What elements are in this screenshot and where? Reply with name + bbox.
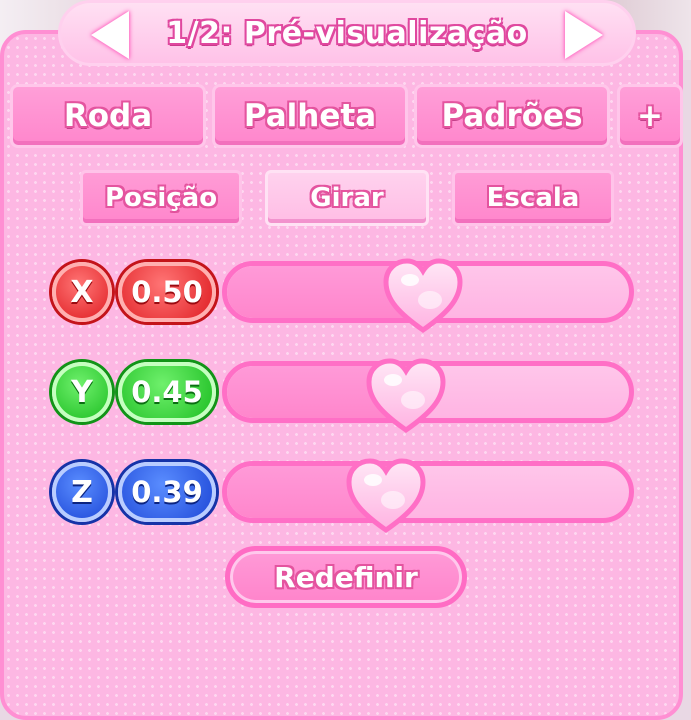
z-value-badge: 0.39 [118,462,216,522]
previous-arrow-icon[interactable] [91,11,129,59]
y-value-badge: 0.45 [118,362,216,422]
reset-label: Redefinir [274,560,418,594]
subtab-escala[interactable]: Escala [452,170,614,226]
y-axis-badge: Y [52,362,112,422]
subtab-label: Escala [486,183,580,213]
subtab-posicao[interactable]: Posição [80,170,242,226]
y-slider-heart-icon[interactable] [363,356,449,436]
preview-bar: 1/2: Pré-visualização [58,0,636,66]
tab-roda[interactable]: Roda [10,84,206,148]
x-value-badge: 0.50 [118,262,216,322]
subtab-label: Girar [310,183,384,213]
z-axis-badge: Z [52,462,112,522]
tab-label: Padrões [441,98,583,134]
subtab-label: Posição [104,183,218,213]
tab-more[interactable]: + [617,84,683,148]
tab-palheta[interactable]: Palheta [212,84,408,148]
preview-title: 1/2: Pré-visualização [166,15,528,51]
subtab-girar[interactable]: Girar [265,170,429,226]
x-axis-badge: X [52,262,112,322]
z-slider-heart-icon[interactable] [343,456,429,536]
tab-label: Palheta [243,98,377,134]
reset-button[interactable]: Redefinir [225,546,467,608]
x-slider-heart-icon[interactable] [380,256,466,336]
tab-label: Roda [63,98,153,134]
plus-icon: + [637,98,663,134]
tab-padroes[interactable]: Padrões [414,84,610,148]
next-arrow-icon[interactable] [565,11,603,59]
